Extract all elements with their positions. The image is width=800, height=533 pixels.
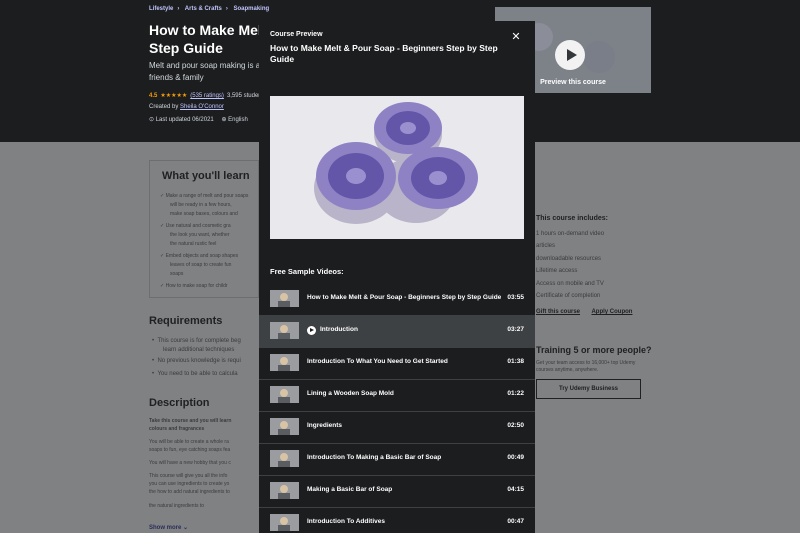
soap-video-frame: [270, 96, 524, 239]
learn-item: ✓ Use natural and cosmetic gra: [160, 223, 231, 229]
video-title: Ingredients: [307, 422, 343, 429]
video-duration: 01:22: [507, 390, 524, 397]
video-list-item[interactable]: How to Make Melt & Pour Soap - Beginners…: [259, 283, 535, 315]
video-thumbnail: [270, 514, 299, 531]
video-thumbnail: [270, 322, 299, 339]
video-thumbnail: [270, 482, 299, 499]
description-line: the how to add natural ingredients to: [149, 489, 230, 495]
modal-kicker: Course Preview: [270, 31, 323, 38]
video-thumbnail: [270, 354, 299, 371]
video-player[interactable]: [270, 96, 524, 239]
business-title: Training 5 or more people?: [536, 345, 652, 355]
business-text: Get your team access to 16,000+ top Udem…: [536, 360, 636, 373]
video-list-item[interactable]: Introduction 03:27: [259, 315, 535, 347]
star-rating-icon: ★★★★★: [160, 93, 188, 99]
video-list-item[interactable]: Lining a Wooden Soap Mold 01:22: [259, 379, 535, 411]
includes-item: Certificate of completion: [536, 293, 601, 299]
video-thumbnail: [270, 450, 299, 467]
created-by-label: Created by: [149, 104, 179, 110]
course-preview-modal: Course Preview How to Make Melt & Pour S…: [259, 21, 535, 533]
course-includes-title: This course includes:: [536, 215, 608, 222]
video-duration: 03:55: [507, 294, 524, 301]
video-title: Making a Basic Bar of Soap: [307, 486, 393, 493]
learn-item: ✓ How to make soap for childr: [160, 283, 228, 289]
video-list-item[interactable]: Introduction To Additives 00:47: [259, 507, 535, 533]
video-list-item[interactable]: Introduction To Making a Basic Bar of So…: [259, 443, 535, 475]
video-duration: 01:38: [507, 358, 524, 365]
video-title: Introduction: [320, 326, 358, 333]
try-business-button[interactable]: Try Udemy Business: [536, 379, 641, 399]
learn-item: the look you want, whether: [170, 232, 230, 238]
includes-item: articles: [536, 243, 556, 249]
description-line: the natural ingredients to: [149, 503, 205, 509]
breadcrumb-item[interactable]: Soapmaking: [233, 6, 269, 12]
video-title: Lining a Wooden Soap Mold: [307, 390, 394, 397]
video-title: Introduction To Making a Basic Bar of So…: [307, 454, 442, 461]
what-you-learn-title: What you'll learn: [162, 170, 250, 182]
video-list-item[interactable]: Ingredients 02:50: [259, 411, 535, 443]
requirement-item: • No previous knowledge is requi: [152, 358, 241, 364]
requirements-title: Requirements: [149, 315, 223, 327]
learn-item: soaps: [170, 271, 184, 277]
video-thumbnail: [270, 386, 299, 403]
description-line: This course will give you all the info: [149, 473, 228, 479]
requirement-item: • You need to be able to calcula: [152, 371, 238, 377]
learn-item: ✓ Embed objects and soap shapes: [160, 253, 239, 259]
learn-item: leaves of soap to create fun: [170, 262, 232, 268]
video-duration: 03:27: [507, 326, 524, 333]
close-icon[interactable]: ✕: [509, 30, 523, 44]
video-list-item[interactable]: Introduction To What You Need to Get Sta…: [259, 347, 535, 379]
video-thumbnail: [270, 418, 299, 435]
learn-item: the natural rustic feel: [170, 241, 217, 247]
free-videos-heading: Free Sample Videos:: [270, 267, 344, 276]
learn-item: make soap bases, colours and: [170, 211, 238, 217]
breadcrumb-item[interactable]: Lifestyle: [149, 6, 173, 12]
video-duration: 00:49: [507, 454, 524, 461]
description-line: Take this course and you will learn: [149, 418, 232, 424]
includes-item: Access on mobile and TV: [536, 281, 604, 287]
globe-icon: ⊕: [221, 117, 227, 123]
show-more-link[interactable]: Show more ⌄: [149, 524, 188, 531]
description-line: You will have a new hobby that you c: [149, 460, 231, 466]
gift-course-link[interactable]: Gift this course: [536, 309, 580, 315]
video-list-item[interactable]: Making a Basic Bar of Soap 04:15: [259, 475, 535, 507]
video-title: How to Make Melt & Pour Soap - Beginners…: [307, 294, 502, 301]
play-icon[interactable]: [555, 40, 585, 70]
breadcrumb: Lifestyle › Arts & Crafts › Soapmaking: [149, 6, 270, 12]
requirement-item: • This course is for complete beg: [152, 338, 241, 344]
video-title: Introduction To What You Need to Get Sta…: [307, 358, 448, 365]
video-duration: 04:15: [507, 486, 524, 493]
includes-item: Lifetime access: [536, 268, 578, 274]
course-rating: 4.5 ★★★★★ (535 ratings) 3,595 students: [149, 92, 266, 99]
created-by: Created by Sheila O'Connor: [149, 104, 224, 110]
description-line: you can use ingredients to create yo: [149, 481, 230, 487]
includes-item: 1 hours on-demand video: [536, 231, 605, 237]
requirement-item: learn additional techniques: [163, 347, 235, 353]
apply-coupon-link[interactable]: Apply Coupon: [591, 309, 632, 315]
ratings-count-link[interactable]: (535 ratings): [190, 93, 224, 99]
rating-value: 4.5: [149, 93, 158, 99]
last-updated: ⊙ Last updated 06/2021 ⊕ English: [149, 116, 248, 123]
modal-title: How to Make Melt & Pour Soap - Beginners…: [270, 43, 498, 64]
author-link[interactable]: Sheila O'Connor: [180, 104, 224, 110]
last-updated-text: Last updated 06/2021: [155, 117, 214, 123]
includes-item: downloadable resources: [536, 256, 602, 262]
sidebar-links: Gift this course Apply Coupon: [536, 309, 642, 315]
breadcrumb-item[interactable]: Arts & Crafts: [185, 6, 222, 12]
chevron-down-icon: ⌄: [183, 525, 189, 531]
video-duration: 02:50: [507, 422, 524, 429]
video-thumbnail: [270, 290, 299, 307]
description-line: You will be able to create a whole ra: [149, 439, 229, 445]
video-duration: 00:47: [507, 518, 524, 525]
description-title: Description: [149, 397, 210, 409]
description-line: colours and fragrances: [149, 426, 205, 432]
alert-icon: ⊙: [149, 117, 155, 123]
play-icon: [307, 326, 316, 335]
learn-item: ✓ Make a range of melt and pour soaps: [160, 193, 249, 199]
learn-item: will be ready in a few hours,: [170, 202, 232, 208]
language-text: English: [228, 117, 248, 123]
video-title: Introduction To Additives: [307, 518, 385, 525]
description-line: soaps to fun, eye catching soaps fea: [149, 447, 231, 453]
